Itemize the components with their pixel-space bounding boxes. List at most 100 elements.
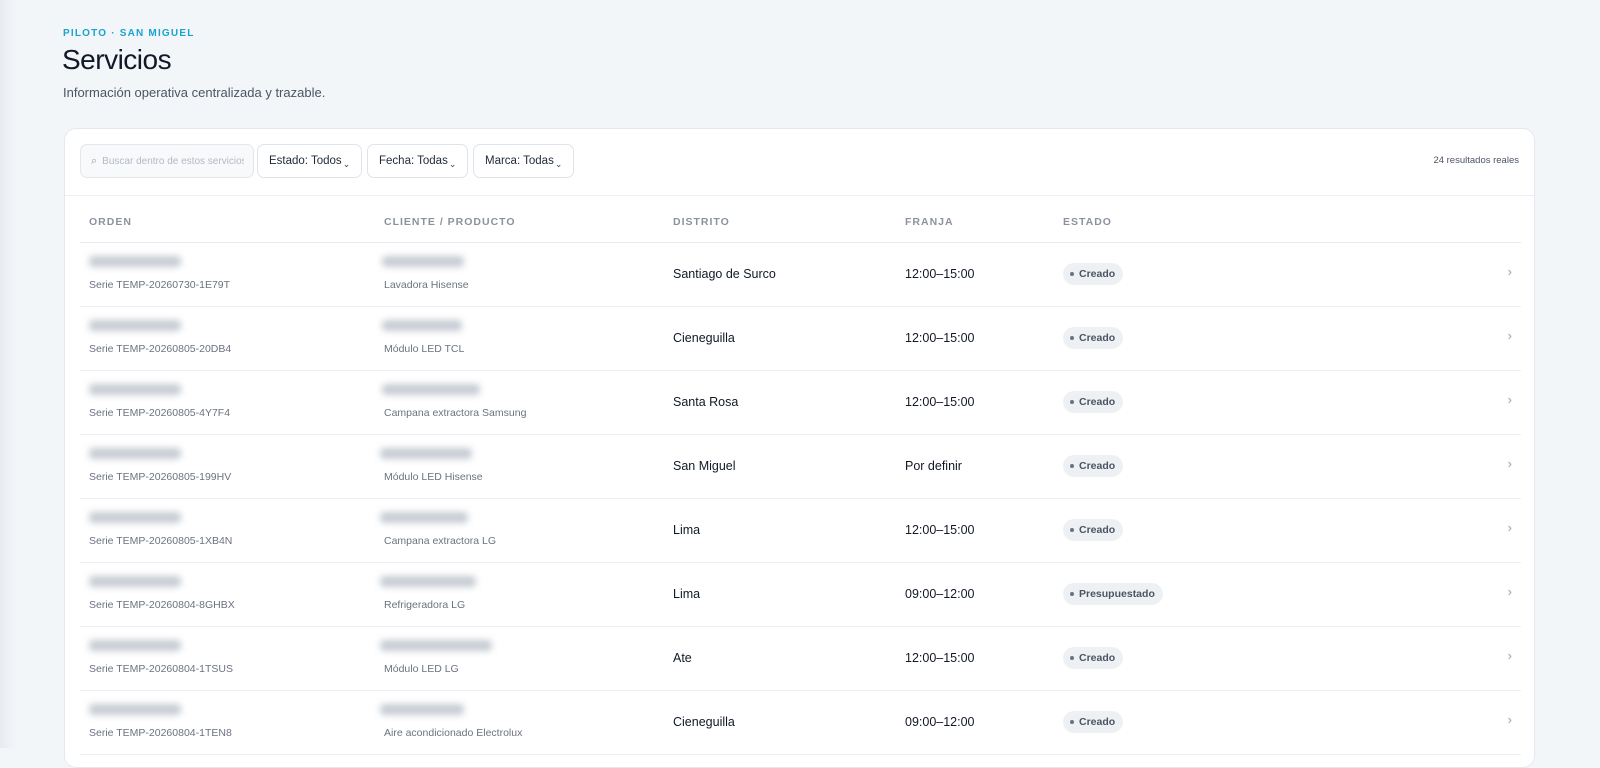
redacted-order-number [89, 320, 181, 331]
chevron-right-icon[interactable]: › [1508, 392, 1512, 407]
status-dot [1070, 528, 1074, 532]
marca-filter[interactable]: Marca: Todas ⌄ [473, 144, 575, 178]
product-name: Lavadora Hisense [384, 279, 469, 291]
status-label: Creado [1079, 524, 1116, 536]
status-dot [1070, 592, 1074, 596]
status-label: Creado [1079, 716, 1116, 728]
status-badge: Creado [1063, 391, 1124, 413]
fecha-filter-label: Fecha: Todas [379, 155, 448, 167]
table-row[interactable]: Serie TEMP-20260804-8GHBX Refrigeradora … [80, 562, 1521, 627]
search-box[interactable]: ⌕ [80, 144, 254, 178]
chevron-right-icon[interactable]: › [1508, 648, 1512, 663]
chevron-right-icon[interactable]: › [1508, 264, 1512, 279]
time-slot: 12:00–15:00 [905, 395, 975, 409]
chevron-right-icon[interactable]: › [1508, 520, 1512, 535]
product-name: Campana extractora Samsung [384, 407, 527, 419]
status-badge: Creado [1063, 327, 1124, 349]
district: Cieneguilla [673, 715, 735, 729]
redacted-client-name [382, 320, 462, 331]
table-row[interactable]: Serie TEMP-20260804-1TSUS Módulo LED LG … [80, 626, 1521, 691]
search-icon: ⌕ [91, 154, 98, 167]
toolbar: ⌕ Estado: Todos⌄ Fecha: Todas⌄ Marca: To… [65, 129, 1534, 196]
left-rail [0, 0, 16, 748]
redacted-order-number [89, 256, 181, 267]
redacted-client-name [380, 448, 472, 459]
status-label: Creado [1079, 652, 1116, 664]
status-dot [1070, 464, 1074, 468]
time-slot: 12:00–15:00 [905, 523, 975, 537]
redacted-client-name [382, 256, 464, 267]
order-serie: Serie TEMP-20260730-1E79T [89, 279, 231, 291]
order-serie: Serie TEMP-20260805-1XB4N [89, 535, 233, 547]
status-label: Creado [1079, 396, 1116, 408]
table-row[interactable]: Serie TEMP-20260805-1XB4N Campana extrac… [80, 498, 1521, 563]
chevron-right-icon[interactable]: › [1508, 328, 1512, 343]
order-serie: Serie TEMP-20260805-4Y7F4 [89, 407, 231, 419]
product-name: Aire acondicionado Electrolux [384, 727, 523, 739]
district: Ate [673, 651, 692, 665]
time-slot: 12:00–15:00 [905, 267, 975, 281]
redacted-order-number [89, 512, 181, 523]
status-badge: Creado [1063, 647, 1124, 669]
status-label: Creado [1079, 332, 1116, 344]
chevron-right-icon[interactable]: › [1508, 584, 1512, 599]
fecha-filter[interactable]: Fecha: Todas ⌄ [367, 144, 469, 178]
product-name: Módulo LED LG [384, 663, 459, 675]
column-header-cliente: CLIENTE / PRODUCTO [384, 216, 516, 228]
district: Cieneguilla [673, 331, 735, 345]
status-label: Creado [1079, 268, 1116, 280]
status-badge: Creado [1063, 455, 1124, 477]
status-dot [1070, 656, 1074, 660]
redacted-order-number [89, 448, 181, 459]
status-label: Presupuestado [1079, 588, 1155, 600]
status-badge: Presupuestado [1063, 583, 1163, 605]
status-dot [1070, 400, 1074, 404]
status-dot [1070, 272, 1074, 276]
order-serie: Serie TEMP-20260804-8GHBX [89, 599, 235, 611]
redacted-client-name [380, 704, 464, 715]
district: San Miguel [673, 459, 736, 473]
order-serie: Serie TEMP-20260805-20DB4 [89, 343, 232, 355]
table-header: ORDEN CLIENTE / PRODUCTO DISTRITO FRANJA… [80, 195, 1521, 243]
order-serie: Serie TEMP-20260805-199HV [89, 471, 232, 483]
results-count: 24 resultados reales [1433, 155, 1519, 166]
estado-filter[interactable]: Estado: Todos ⌄ [257, 144, 363, 178]
chevron-right-icon[interactable]: › [1508, 712, 1512, 727]
column-header-orden: ORDEN [89, 216, 132, 228]
status-label: Creado [1079, 460, 1116, 472]
table-row[interactable]: Serie TEMP-20260805-199HV Módulo LED His… [80, 434, 1521, 499]
district: Santiago de Surco [673, 267, 776, 281]
column-header-distrito: DISTRITO [673, 216, 730, 228]
time-slot: 12:00–15:00 [905, 331, 975, 345]
redacted-client-name [380, 512, 468, 523]
status-badge: Creado [1063, 519, 1124, 541]
table-row[interactable]: Serie TEMP-20260805-20DB4 Módulo LED TCL… [80, 306, 1521, 371]
table-row[interactable]: Serie TEMP-20260730-1E79T Lavadora Hisen… [80, 242, 1521, 307]
order-serie: Serie TEMP-20260804-1TSUS [89, 663, 233, 675]
status-dot [1070, 336, 1074, 340]
eyebrow: PILOTO · SAN MIGUEL [63, 28, 195, 39]
column-header-franja: FRANJA [905, 216, 954, 228]
search-input[interactable] [102, 155, 245, 167]
chevron-down-icon: ⌄ [554, 158, 563, 169]
chevron-right-icon[interactable]: › [1508, 456, 1512, 471]
page-subtitle: Información operativa centralizada y tra… [63, 85, 326, 100]
status-badge: Creado [1063, 711, 1124, 733]
time-slot: 09:00–12:00 [905, 715, 975, 729]
chevron-down-icon: ⌄ [448, 158, 457, 169]
product-name: Campana extractora LG [384, 535, 497, 547]
redacted-order-number [89, 384, 181, 395]
redacted-client-name [382, 384, 480, 395]
product-name: Módulo LED Hisense [384, 471, 483, 483]
district: Lima [673, 587, 701, 601]
page-title: Servicios [62, 44, 172, 75]
district: Lima [673, 523, 701, 537]
time-slot: 09:00–12:00 [905, 587, 975, 601]
column-header-estado: ESTADO [1063, 216, 1112, 228]
status-badge: Creado [1063, 263, 1124, 285]
table-row[interactable]: Serie TEMP-20260804-1TEN8 Aire acondicio… [80, 690, 1521, 755]
product-name: Refrigeradora LG [384, 599, 466, 611]
order-serie: Serie TEMP-20260804-1TEN8 [89, 727, 232, 739]
table-row[interactable]: Serie TEMP-20260805-4Y7F4 Campana extrac… [80, 370, 1521, 435]
time-slot: Por definir [905, 459, 962, 473]
